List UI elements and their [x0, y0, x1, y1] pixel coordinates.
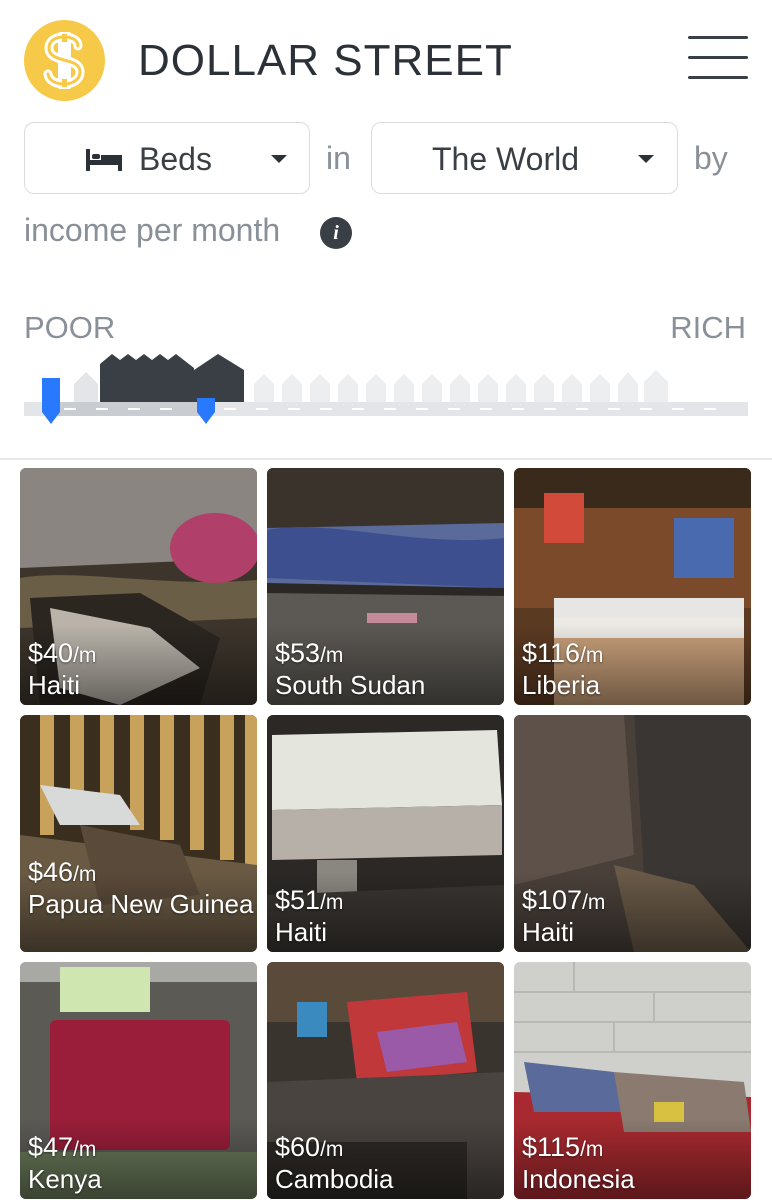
- app-header: DOLLAR STREET: [0, 0, 772, 118]
- max-range-handle[interactable]: [196, 398, 216, 426]
- info-icon[interactable]: i: [320, 217, 352, 249]
- country-label: Haiti: [522, 917, 575, 947]
- min-range-handle[interactable]: [41, 378, 61, 426]
- country-label: Kenya: [28, 1164, 102, 1194]
- dollar-street-logo[interactable]: [24, 20, 105, 101]
- home-photo-grid: $40/m Haiti $53/m South Sudan $116/m Lib…: [20, 468, 752, 1200]
- home-card[interactable]: $107/m Haiti: [514, 715, 751, 952]
- dollar-coin-icon: [43, 32, 85, 89]
- country-label: Indonesia: [522, 1164, 635, 1194]
- income-slider[interactable]: [24, 350, 748, 430]
- country-label: South Sudan: [275, 670, 426, 700]
- topic-select[interactable]: Beds: [24, 122, 310, 194]
- income-label: $47/m: [28, 1132, 97, 1162]
- section-divider: [0, 458, 772, 460]
- scale-rich-label: RICH: [670, 310, 746, 345]
- home-card[interactable]: $115/m Indonesia: [514, 962, 751, 1199]
- income-measure-text: income per month: [24, 212, 281, 248]
- home-card[interactable]: $53/m South Sudan: [267, 468, 504, 705]
- home-card[interactable]: $46/m Papua New Guinea: [20, 715, 257, 952]
- income-label: $115/m: [522, 1132, 604, 1162]
- brand-title: DOLLAR STREET: [138, 36, 513, 85]
- chevron-down-icon: [638, 155, 654, 163]
- country-label: Haiti: [28, 670, 81, 700]
- home-card[interactable]: $47/m Kenya: [20, 962, 257, 1199]
- income-label: $53/m: [275, 638, 344, 668]
- country-label: Haiti: [275, 917, 328, 947]
- home-card[interactable]: $40/m Haiti: [20, 468, 257, 705]
- region-select[interactable]: The World: [371, 122, 678, 194]
- scale-poor-label: POOR: [24, 310, 116, 345]
- income-label: $51/m: [275, 885, 344, 915]
- chevron-down-icon: [271, 155, 287, 163]
- income-label: $46/m: [28, 857, 97, 887]
- bed-icon: [85, 149, 123, 176]
- country-label: Cambodia: [275, 1164, 394, 1194]
- income-label: $40/m: [28, 638, 97, 668]
- income-label: $60/m: [275, 1132, 344, 1162]
- home-card[interactable]: $60/m Cambodia: [267, 962, 504, 1199]
- topic-label: Beds: [139, 141, 212, 177]
- home-card[interactable]: $51/m Haiti: [267, 715, 504, 952]
- hamburger-menu-icon[interactable]: [688, 36, 748, 82]
- in-text: in: [326, 140, 351, 176]
- street-illustration: [24, 354, 748, 416]
- income-label: $107/m: [522, 885, 606, 915]
- country-label: Papua New Guinea: [28, 889, 254, 919]
- home-card[interactable]: $116/m Liberia: [514, 468, 751, 705]
- income-label: $116/m: [522, 638, 604, 668]
- country-label: Liberia: [522, 670, 601, 700]
- region-label: The World: [432, 141, 580, 177]
- by-text: by: [694, 140, 728, 176]
